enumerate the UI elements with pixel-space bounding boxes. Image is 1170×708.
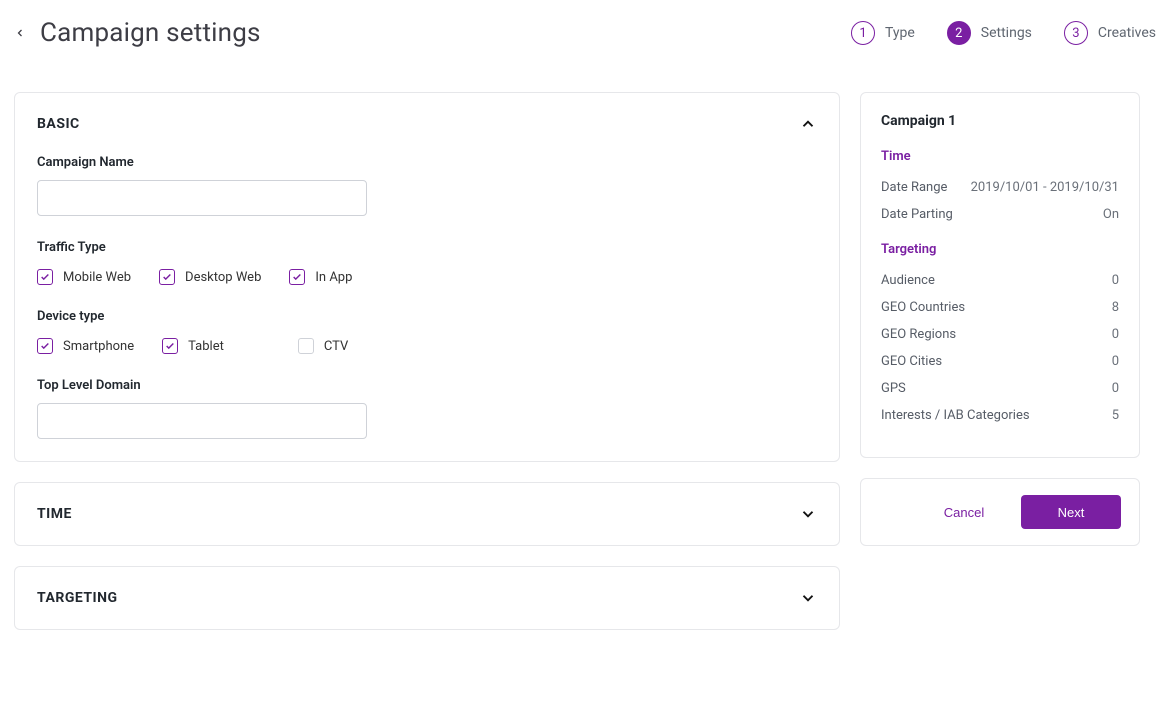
summary-row: Date Range 2019/10/01 - 2019/10/31 — [881, 174, 1119, 201]
summary-row-key: Date Parting — [881, 207, 953, 222]
back-chevron-icon[interactable] — [14, 27, 26, 39]
section-targeting-header[interactable]: TARGETING — [15, 567, 839, 629]
summary-heading-time: Time — [881, 149, 1119, 164]
checkbox-icon — [298, 338, 314, 354]
checkbox-label: Tablet — [188, 339, 224, 354]
summary-row-key: GEO Cities — [881, 354, 942, 369]
summary-row-key: GPS — [881, 381, 906, 396]
page-title: Campaign settings — [40, 18, 261, 48]
checkbox-icon — [159, 269, 175, 285]
summary-row-value: 0 — [1112, 327, 1119, 342]
section-title: TIME — [37, 506, 72, 522]
checkbox-icon — [289, 269, 305, 285]
summary-row: GEO Cities 0 — [881, 348, 1119, 375]
actions-card: Cancel Next — [860, 478, 1140, 546]
summary-row: GEO Countries 8 — [881, 294, 1119, 321]
device-type-label: Device type — [37, 309, 817, 324]
checkbox-label: In App — [315, 270, 352, 285]
summary-row-key: Date Range — [881, 180, 947, 195]
traffic-type-mobile-web[interactable]: Mobile Web — [37, 269, 131, 285]
traffic-type-label: Traffic Type — [37, 240, 817, 255]
checkbox-label: Mobile Web — [63, 270, 131, 285]
summary-row: GEO Regions 0 — [881, 321, 1119, 348]
chevron-down-icon — [799, 505, 817, 523]
checkbox-label: Smartphone — [63, 339, 134, 354]
summary-heading-targeting: Targeting — [881, 242, 1119, 257]
wizard-steps: 1 Type 2 Settings 3 Creatives — [851, 21, 1156, 45]
section-title: TARGETING — [37, 590, 118, 606]
checkbox-icon — [162, 338, 178, 354]
summary-row: Date Parting On — [881, 201, 1119, 228]
checkbox-label: CTV — [324, 339, 348, 354]
summary-row-key: GEO Regions — [881, 327, 956, 342]
summary-row-key: Interests / IAB Categories — [881, 408, 1030, 423]
device-type-smartphone[interactable]: Smartphone — [37, 338, 134, 354]
campaign-name-input[interactable] — [37, 180, 367, 216]
step-label: Settings — [981, 25, 1032, 41]
step-settings[interactable]: 2 Settings — [947, 21, 1032, 45]
traffic-type-desktop-web[interactable]: Desktop Web — [159, 269, 261, 285]
step-type[interactable]: 1 Type — [851, 21, 915, 45]
summary-row-value: 2019/10/01 - 2019/10/31 — [971, 180, 1119, 195]
summary-row-key: GEO Countries — [881, 300, 965, 315]
chevron-up-icon — [799, 115, 817, 133]
tld-label: Top Level Domain — [37, 378, 817, 393]
step-label: Type — [885, 25, 915, 41]
tld-input[interactable] — [37, 403, 367, 439]
checkbox-icon — [37, 338, 53, 354]
step-number: 3 — [1064, 21, 1088, 45]
summary-title: Campaign 1 — [881, 113, 1119, 129]
section-targeting: TARGETING — [14, 566, 840, 630]
section-basic-header[interactable]: BASIC — [15, 93, 839, 155]
summary-row: Interests / IAB Categories 5 — [881, 402, 1119, 429]
checkbox-label: Desktop Web — [185, 270, 261, 285]
summary-row-value: 8 — [1112, 300, 1119, 315]
summary-row-value: 5 — [1112, 408, 1119, 423]
summary-row: GPS 0 — [881, 375, 1119, 402]
step-creatives[interactable]: 3 Creatives — [1064, 21, 1156, 45]
next-button[interactable]: Next — [1021, 495, 1121, 529]
section-time-header[interactable]: TIME — [15, 483, 839, 545]
summary-row-key: Audience — [881, 273, 935, 288]
step-number: 1 — [851, 21, 875, 45]
step-label: Creatives — [1098, 25, 1156, 41]
cancel-button[interactable]: Cancel — [919, 495, 1009, 529]
section-basic: BASIC Campaign Name Traffic Type — [14, 92, 840, 462]
summary-row-value: 0 — [1112, 273, 1119, 288]
section-title: BASIC — [37, 116, 80, 132]
summary-row-value: On — [1103, 207, 1119, 222]
device-type-ctv[interactable]: CTV — [298, 338, 348, 354]
page-header: Campaign settings 1 Type 2 Settings 3 Cr… — [14, 18, 1156, 48]
summary-row: Audience 0 — [881, 267, 1119, 294]
chevron-down-icon — [799, 589, 817, 607]
checkbox-icon — [37, 269, 53, 285]
device-type-tablet[interactable]: Tablet — [162, 338, 224, 354]
traffic-type-in-app[interactable]: In App — [289, 269, 352, 285]
summary-row-value: 0 — [1112, 381, 1119, 396]
section-time: TIME — [14, 482, 840, 546]
step-number: 2 — [947, 21, 971, 45]
summary-row-value: 0 — [1112, 354, 1119, 369]
campaign-name-label: Campaign Name — [37, 155, 817, 170]
summary-card: Campaign 1 Time Date Range 2019/10/01 - … — [860, 92, 1140, 458]
